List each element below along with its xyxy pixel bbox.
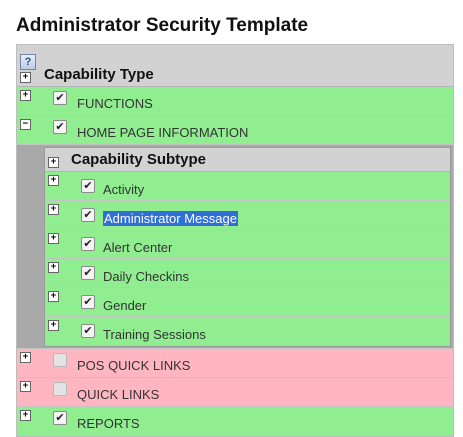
capability-row-home-page-information: − ✔ HOME PAGE INFORMATION [17, 116, 453, 145]
capability-checkbox[interactable]: ✔ [53, 91, 67, 105]
capability-table: ? + Capability Type + ✔ FUNCTIONS − ✔ HO… [16, 44, 454, 437]
expand-icon[interactable]: + [48, 204, 59, 215]
expand-icon[interactable]: + [20, 381, 31, 392]
capability-type-header: ? + Capability Type [17, 45, 453, 87]
capability-label: QUICK LINKS [77, 387, 160, 402]
subtype-row-training-sessions: + ✔ Training Sessions [45, 317, 450, 346]
subtype-row-daily-checkins: + ✔ Daily Checkins [45, 259, 450, 288]
capability-subtype-header: + Capability Subtype [45, 148, 450, 172]
collapse-icon[interactable]: − [20, 119, 31, 130]
capability-checkbox[interactable] [53, 353, 67, 367]
selected-text-highlight: Administrator Message [103, 211, 238, 226]
capability-subtype-label: Capability Subtype [71, 151, 207, 168]
capability-checkbox[interactable]: ✔ [53, 411, 67, 425]
subtype-row-administrator-message: + ✔ Administrator Message [45, 201, 450, 230]
expand-icon[interactable]: + [48, 233, 59, 244]
subtype-label: Activity [103, 182, 145, 197]
subtype-label: Gender [103, 298, 147, 313]
subtype-checkbox[interactable]: ✔ [81, 295, 95, 309]
page-title: Administrator Security Template [16, 15, 309, 36]
subtype-container: + Capability Subtype + ✔ Activity + ✔ Ad… [17, 145, 453, 349]
help-icon[interactable]: ? [20, 54, 36, 70]
capability-checkbox[interactable] [53, 382, 67, 396]
capability-row-functions: + ✔ FUNCTIONS [17, 87, 453, 116]
expand-icon[interactable]: + [48, 262, 59, 273]
subtype-checkbox[interactable]: ✔ [81, 237, 95, 251]
capability-subtype-table: + Capability Subtype + ✔ Activity + ✔ Ad… [44, 147, 451, 347]
subtype-checkbox[interactable]: ✔ [81, 179, 95, 193]
capability-type-label: Capability Type [44, 66, 154, 83]
subtype-row-gender: + ✔ Gender [45, 288, 450, 317]
expand-all-icon[interactable]: + [20, 72, 31, 83]
subtype-label: Training Sessions [103, 327, 206, 342]
subtype-row-activity: + ✔ Activity [45, 172, 450, 201]
capability-label: HOME PAGE INFORMATION [77, 125, 249, 140]
capability-label: REPORTS [77, 416, 140, 431]
subtype-row-alert-center: + ✔ Alert Center [45, 230, 450, 259]
subtype-checkbox[interactable]: ✔ [81, 324, 95, 338]
capability-checkbox[interactable]: ✔ [53, 120, 67, 134]
expand-icon[interactable]: + [48, 320, 59, 331]
expand-icon[interactable]: + [20, 410, 31, 421]
expand-icon[interactable]: + [48, 291, 59, 302]
expand-icon[interactable]: + [20, 90, 31, 101]
subtype-label: Daily Checkins [103, 269, 189, 284]
capability-label: FUNCTIONS [77, 96, 153, 111]
expand-all-icon[interactable]: + [48, 157, 59, 168]
expand-icon[interactable]: + [48, 175, 59, 186]
subtype-checkbox[interactable]: ✔ [81, 208, 95, 222]
subtype-checkbox[interactable]: ✔ [81, 266, 95, 280]
capability-row-quick-links: + QUICK LINKS [17, 378, 453, 407]
capability-row-pos-quick-links: + POS QUICK LINKS [17, 349, 453, 378]
capability-label: POS QUICK LINKS [77, 358, 191, 373]
expand-icon[interactable]: + [20, 352, 31, 363]
subtype-label-wrap: Administrator Message [103, 211, 238, 226]
subtype-label: Alert Center [103, 240, 173, 255]
capability-row-reports: + ✔ REPORTS [17, 407, 453, 436]
